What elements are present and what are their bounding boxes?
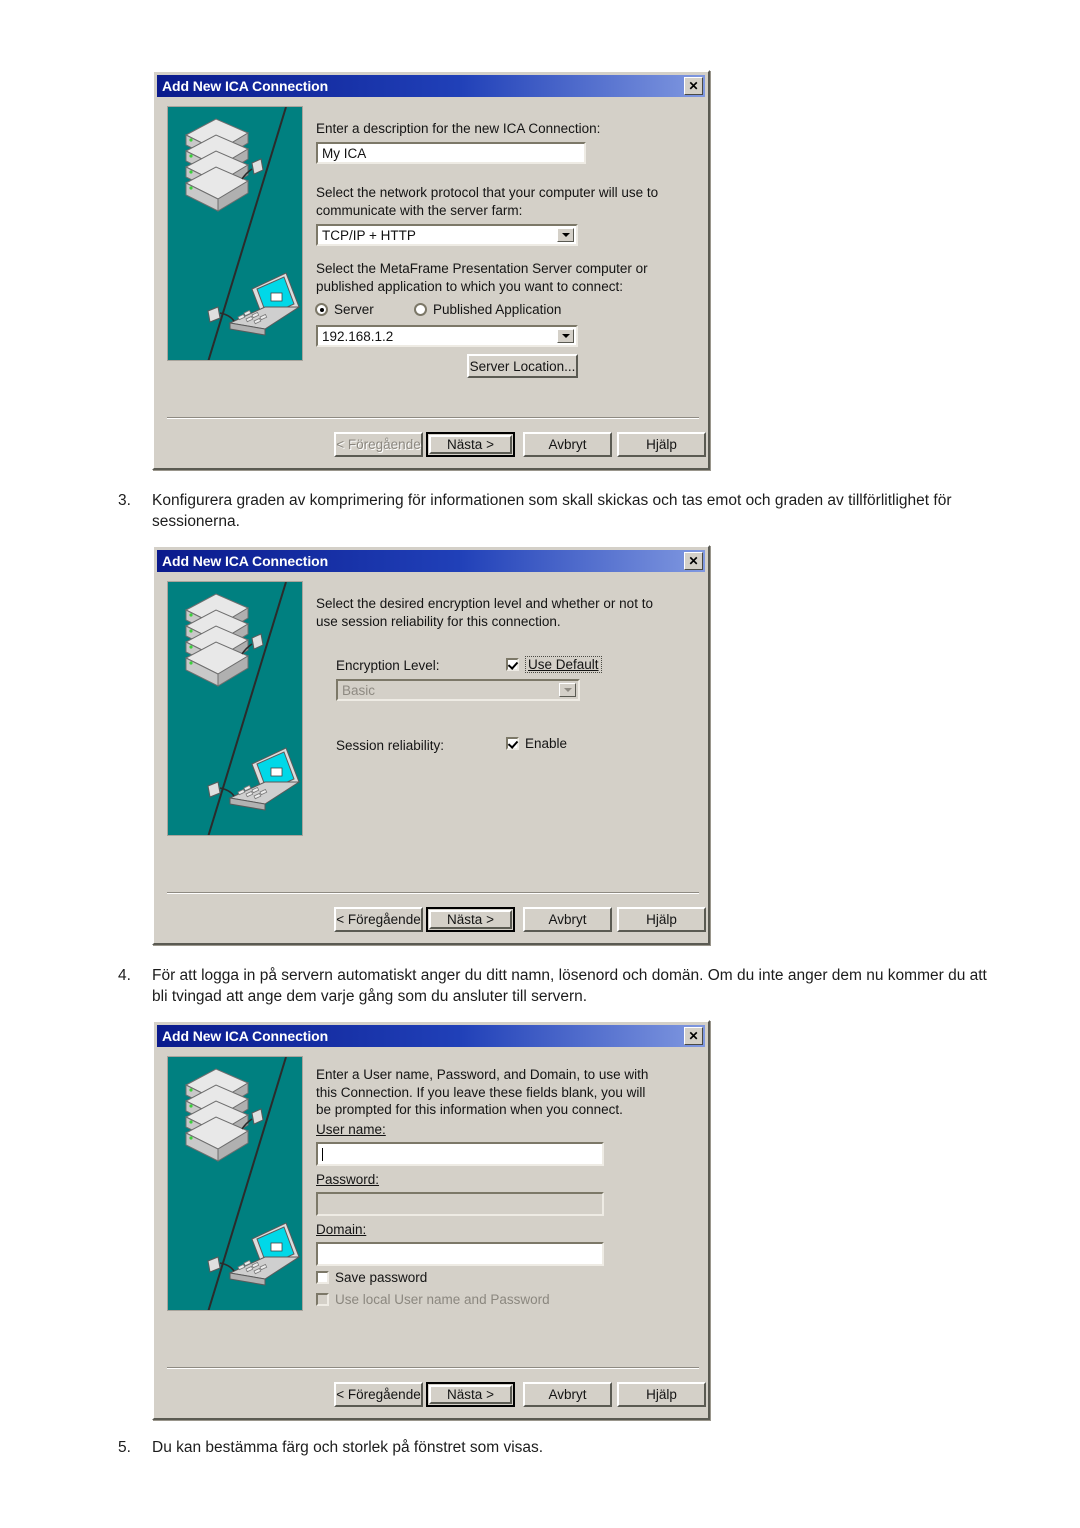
radio-server-label: Server <box>334 302 374 317</box>
cancel-button-label: Avbryt <box>548 1387 587 1402</box>
radio-server[interactable]: Server <box>315 302 374 317</box>
save-password-checkbox-label: Save password <box>335 1270 428 1285</box>
use-default-checkbox[interactable]: Use Default <box>506 656 602 673</box>
encryption-instruction: Select the desired encryption level and … <box>316 596 653 629</box>
radio-published-application-label: Published Application <box>433 302 562 317</box>
help-button[interactable]: Hjälp <box>617 1382 706 1407</box>
close-icon[interactable]: ✕ <box>684 77 703 95</box>
use-default-checkbox-label: Use Default <box>525 656 602 673</box>
password-input[interactable] <box>316 1192 604 1216</box>
domain-input[interactable] <box>316 1242 604 1266</box>
step-4-number: 4. <box>118 967 131 984</box>
protocol-combo-value: TCP/IP + HTTP <box>322 227 416 243</box>
use-local-credentials-checkbox-box[interactable] <box>316 1293 329 1306</box>
wizard-illustration <box>167 1056 303 1311</box>
next-button[interactable]: Nästa > <box>426 907 515 932</box>
cancel-button[interactable]: Avbryt <box>523 432 612 457</box>
cancel-button-label: Avbryt <box>548 437 587 452</box>
footer-separator <box>167 892 699 894</box>
step-3-text: Konfigurera graden av komprimering för i… <box>152 492 952 530</box>
step-3: 3. Konfigurera graden av komprimering fö… <box>118 490 998 532</box>
step-4: 4. För att logga in på servern automatis… <box>118 965 998 1007</box>
server-laptop-network-illustration <box>168 107 302 360</box>
description-instruction: Enter a description for the new ICA Conn… <box>316 121 601 136</box>
back-button[interactable]: < Föregående <box>334 907 423 932</box>
password-label: Password: <box>316 1172 380 1187</box>
window-title: Add New ICA Connection <box>162 553 329 569</box>
save-password-checkbox[interactable]: Save password <box>316 1270 427 1285</box>
use-local-credentials-checkbox[interactable]: Use local User name and Password <box>316 1292 550 1307</box>
radio-server-dot[interactable] <box>315 303 328 316</box>
protocol-instruction: Select the network protocol that your co… <box>316 185 659 218</box>
window-title: Add New ICA Connection <box>162 1028 329 1044</box>
wizard-illustration <box>167 106 303 361</box>
use-default-checkbox-box[interactable] <box>506 658 519 671</box>
step-4-text: För att logga in på servern automatiskt … <box>152 967 987 1005</box>
titlebar[interactable]: Add New ICA Connection ✕ <box>157 550 705 572</box>
titlebar[interactable]: Add New ICA Connection ✕ <box>157 75 705 97</box>
server-location-button[interactable]: Server Location... <box>467 354 578 378</box>
step-5-number: 5. <box>118 1439 131 1456</box>
next-button-label: Nästa > <box>447 912 494 927</box>
server-location-button-label: Server Location... <box>469 358 576 374</box>
dialog-add-new-ica-connection-2[interactable]: Add New ICA Connection ✕ Select the desi… <box>152 545 710 945</box>
footer-separator <box>167 1367 699 1369</box>
encryption-level-combo[interactable]: Basic <box>336 679 580 701</box>
help-button[interactable]: Hjälp <box>617 432 706 457</box>
help-button-label: Hjälp <box>646 912 677 927</box>
chevron-down-icon[interactable] <box>559 683 576 697</box>
dialog-add-new-ica-connection-1[interactable]: Add New ICA Connection ✕ Enter a descrip… <box>152 70 710 470</box>
footer-separator <box>167 417 699 419</box>
help-button-label: Hjälp <box>646 1387 677 1402</box>
chevron-down-icon[interactable] <box>557 329 574 343</box>
cancel-button[interactable]: Avbryt <box>523 907 612 932</box>
enable-session-reliability-checkbox[interactable]: Enable <box>506 736 567 751</box>
enable-checkbox-label: Enable <box>525 736 568 751</box>
target-instruction: Select the MetaFrame Presentation Server… <box>316 261 648 294</box>
back-button-label: < Föregående <box>336 437 421 452</box>
next-button[interactable]: Nästa > <box>426 1382 515 1407</box>
server-address-value: 192.168.1.2 <box>322 328 394 344</box>
save-password-checkbox-box[interactable] <box>316 1271 329 1284</box>
step-3-number: 3. <box>118 492 131 509</box>
use-local-credentials-checkbox-label: Use local User name and Password <box>335 1292 550 1307</box>
dialog-add-new-ica-connection-3[interactable]: Add New ICA Connection ✕ Enter a User na… <box>152 1020 710 1420</box>
radio-published-application[interactable]: Published Application <box>414 302 561 317</box>
next-button-label: Nästa > <box>447 1387 494 1402</box>
next-button[interactable]: Nästa > <box>426 432 515 457</box>
encryption-level-value: Basic <box>342 682 376 698</box>
back-button[interactable]: < Föregående <box>334 1382 423 1407</box>
encryption-level-label: Encryption Level: <box>336 658 440 673</box>
server-address-combo[interactable]: 192.168.1.2 <box>316 325 578 347</box>
wizard-illustration <box>167 581 303 836</box>
protocol-combo[interactable]: TCP/IP + HTTP <box>316 224 578 246</box>
session-reliability-label: Session reliability: <box>336 738 445 753</box>
cancel-button-label: Avbryt <box>548 912 587 927</box>
help-button-label: Hjälp <box>646 437 677 452</box>
radio-published-application-dot[interactable] <box>414 303 427 316</box>
description-input[interactable]: My ICA <box>316 142 586 164</box>
step-5-text: Du kan bestämma färg och storlek på föns… <box>152 1439 544 1456</box>
help-button[interactable]: Hjälp <box>617 907 706 932</box>
next-button-label: Nästa > <box>447 437 494 452</box>
back-button[interactable]: < Föregående <box>334 432 423 457</box>
cancel-button[interactable]: Avbryt <box>523 1382 612 1407</box>
chevron-down-icon[interactable] <box>557 228 574 242</box>
step-5: 5. Du kan bestämma färg och storlek på f… <box>118 1437 998 1458</box>
window-title: Add New ICA Connection <box>162 78 329 94</box>
close-icon[interactable]: ✕ <box>684 552 703 570</box>
back-button-label: < Föregående <box>336 1387 421 1402</box>
back-button-label: < Föregående <box>336 912 421 927</box>
close-icon[interactable]: ✕ <box>684 1027 703 1045</box>
user-name-label: User name: <box>316 1122 386 1137</box>
user-name-input[interactable] <box>316 1142 604 1166</box>
credentials-instruction: Enter a User name, Password, and Domain,… <box>316 1067 649 1117</box>
titlebar[interactable]: Add New ICA Connection ✕ <box>157 1025 705 1047</box>
server-laptop-network-illustration <box>168 582 302 835</box>
enable-checkbox-box[interactable] <box>506 737 519 750</box>
domain-label: Domain: <box>316 1222 367 1237</box>
server-laptop-network-illustration <box>168 1057 302 1310</box>
